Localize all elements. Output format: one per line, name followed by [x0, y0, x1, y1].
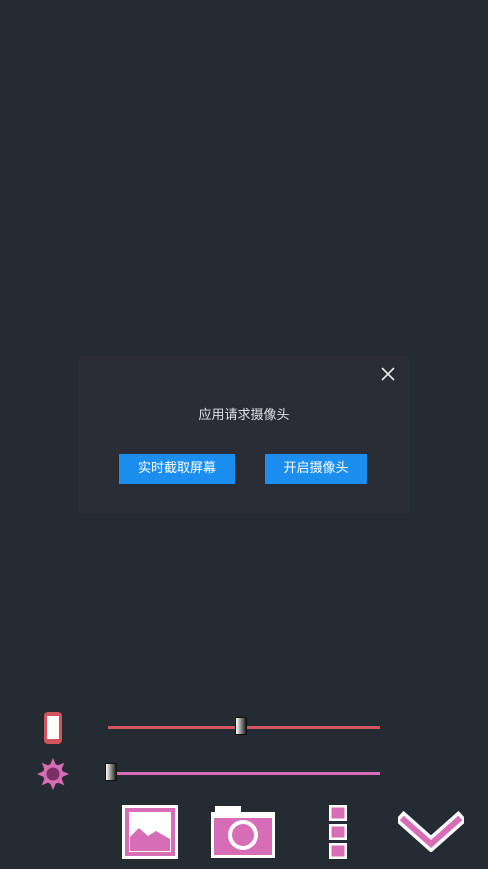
- chevron-down-icon[interactable]: [398, 810, 464, 852]
- close-icon[interactable]: [379, 365, 397, 383]
- dialog-message: 应用请求摄像头: [198, 408, 290, 423]
- camera-icon[interactable]: [210, 806, 276, 858]
- brightness-slider-thumb[interactable]: [104, 763, 117, 781]
- phone-slider-row: [0, 709, 488, 745]
- phone-icon: [44, 712, 62, 744]
- camera-request-dialog: 应用请求摄像头 实时截取屏幕 开启摄像头: [79, 355, 409, 514]
- gallery-icon[interactable]: [120, 803, 180, 861]
- screen-capture-button[interactable]: 实时截取屏幕: [119, 454, 235, 484]
- more-vertical-icon[interactable]: [328, 804, 348, 860]
- brightness-slider-row: [0, 755, 488, 791]
- phone-slider-thumb[interactable]: [235, 717, 248, 735]
- brightness-slider-track[interactable]: [108, 772, 380, 775]
- open-camera-button[interactable]: 开启摄像头: [265, 454, 367, 484]
- brightness-icon: [37, 758, 69, 790]
